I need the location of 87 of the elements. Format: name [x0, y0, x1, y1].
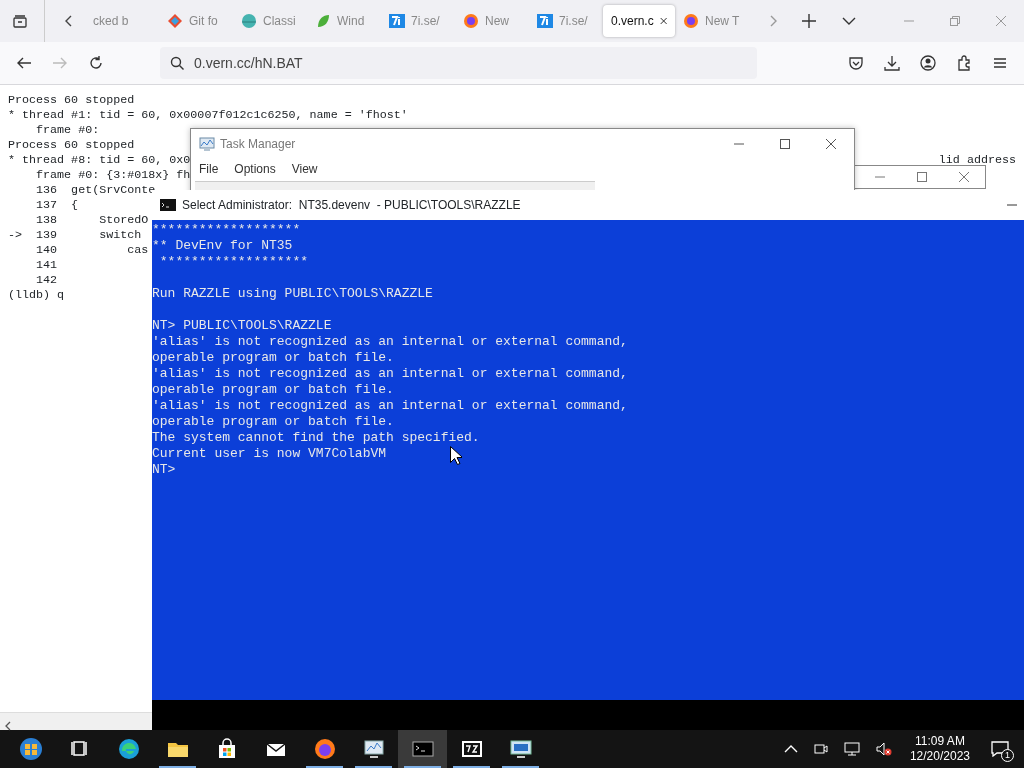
window-title: Select Administrator: NT35.devenv - PUBLIC\TOOLS\RAZZLE — [182, 197, 521, 214]
forward-arrow-icon — [52, 55, 68, 71]
close-icon — [959, 172, 969, 182]
terminal-line: (lldb) q — [8, 288, 65, 303]
close-icon — [659, 16, 667, 26]
console-line: ** DevEnv for NT35 — [152, 238, 293, 253]
browser-tab[interactable]: Wind — [307, 5, 381, 37]
horizontal-scrollbar[interactable] — [0, 712, 152, 730]
start-orb-icon — [18, 737, 43, 761]
download-icon — [884, 55, 900, 71]
terminal-line: 137 { — [35, 198, 79, 213]
console-line: 'alias' is not recognized as an internal or external command, — [152, 398, 628, 413]
notifications-button[interactable]: 1 — [984, 733, 1016, 765]
taskbar-button[interactable] — [398, 730, 447, 768]
globe-icon — [241, 13, 257, 29]
address-bar[interactable]: 0.vern.cc/hN.BAT — [160, 47, 757, 79]
firefox-icon — [463, 13, 479, 29]
browser-tab[interactable]: 7i.se/ — [381, 5, 455, 37]
diamond-icon — [167, 13, 183, 29]
clock[interactable]: 11:09 AM 12/20/2023 — [903, 734, 976, 764]
window-title: Task Manager — [220, 136, 296, 153]
terminal-line: -> 139 switch — [8, 228, 142, 243]
close-icon — [826, 139, 836, 149]
terminal-line: 141 — [35, 258, 58, 273]
menu-item[interactable]: Options — [234, 160, 276, 178]
terminal-line: lid address — [938, 153, 1016, 168]
monitor-chart-icon — [361, 737, 386, 761]
notification-badge: 1 — [1001, 749, 1014, 762]
tab-list-icon — [12, 13, 28, 29]
maximize-icon — [780, 139, 790, 149]
console-line: operable program or batch file. — [152, 382, 394, 397]
maximize-icon — [917, 172, 927, 182]
console-line: ******************* — [152, 222, 301, 237]
console-line: 'alias' is not recognized as an internal or external command, — [152, 334, 628, 349]
terminal-line: frame #0: {3:#018x} fh — [35, 168, 191, 183]
menu-item[interactable]: File — [199, 160, 219, 178]
account-icon — [920, 55, 936, 71]
browser-tab[interactable]: 7i.se/ — [529, 5, 603, 37]
console-line: 'alias' is not recognized as an internal or external command, — [152, 366, 628, 381]
network-icon — [843, 741, 860, 757]
leaf-icon — [315, 13, 331, 29]
browser-tab[interactable]: New — [455, 5, 529, 37]
chevron-down-icon — [842, 16, 856, 26]
firefox-icon — [312, 737, 337, 761]
console-line: operable program or batch file. — [152, 350, 394, 365]
close-icon — [996, 16, 1006, 26]
remote-desktop-icon — [508, 737, 533, 761]
site-icon — [389, 13, 405, 29]
terminal-line: Process 60 stopped — [8, 138, 135, 153]
plus-icon — [802, 14, 816, 28]
terminal-line: * thread #1: tid = 60, 0x00007f012c1c6250, name = 'fhost' — [8, 108, 408, 123]
terminal-line: 138 StoredO — [35, 213, 149, 228]
console-line: Current user is now VM7ColabVM — [152, 446, 387, 461]
pocket-icon — [848, 55, 864, 71]
terminal-line: 142 — [35, 273, 58, 288]
terminal-line: Process 60 stopped — [8, 93, 135, 108]
menu-item[interactable]: View — [291, 160, 318, 178]
terminal-line: 140 cas — [35, 243, 149, 258]
speech-bubble-icon — [991, 741, 1009, 757]
search-icon — [170, 56, 184, 70]
console-icon — [160, 199, 176, 211]
menu-icon — [992, 55, 1008, 71]
terminal-line: * thread #8: tid = 60, 0x0 — [8, 153, 191, 168]
terminal-line: 136 get(SrvConte — [35, 183, 156, 198]
browser-tab[interactable]: Classi — [233, 5, 307, 37]
monitor-chart-icon — [199, 137, 215, 151]
firefox-icon — [683, 13, 699, 29]
browser-tab[interactable]: cked b — [85, 5, 159, 37]
site-icon — [537, 13, 553, 29]
console-line: NT> — [152, 462, 176, 477]
browser-tab[interactable]: 0.vern.c — [603, 5, 675, 37]
browser-tab[interactable]: Git fo — [159, 5, 233, 37]
mouse-cursor-icon — [450, 446, 462, 465]
terminal-line: frame #0: — [35, 123, 100, 138]
browser-tab[interactable]: New T — [675, 5, 749, 37]
console-line: NT> PUBLIC\TOOLS\RAZZLE — [152, 318, 332, 333]
back-arrow-icon — [16, 55, 32, 71]
edge-icon — [116, 737, 141, 761]
console-line: operable program or batch file. — [152, 414, 394, 429]
console-line: Run RAZZLE using PUBLIC\TOOLS\RAZZLE — [152, 286, 433, 301]
console-line: ******************* — [158, 254, 309, 269]
camera-icon — [813, 741, 828, 757]
restore-icon — [950, 16, 960, 26]
volume-muted-icon — [875, 741, 892, 757]
console-line: The system cannot find the path specified. — [152, 430, 480, 445]
reload-icon — [88, 55, 104, 71]
puzzle-icon — [956, 55, 972, 71]
